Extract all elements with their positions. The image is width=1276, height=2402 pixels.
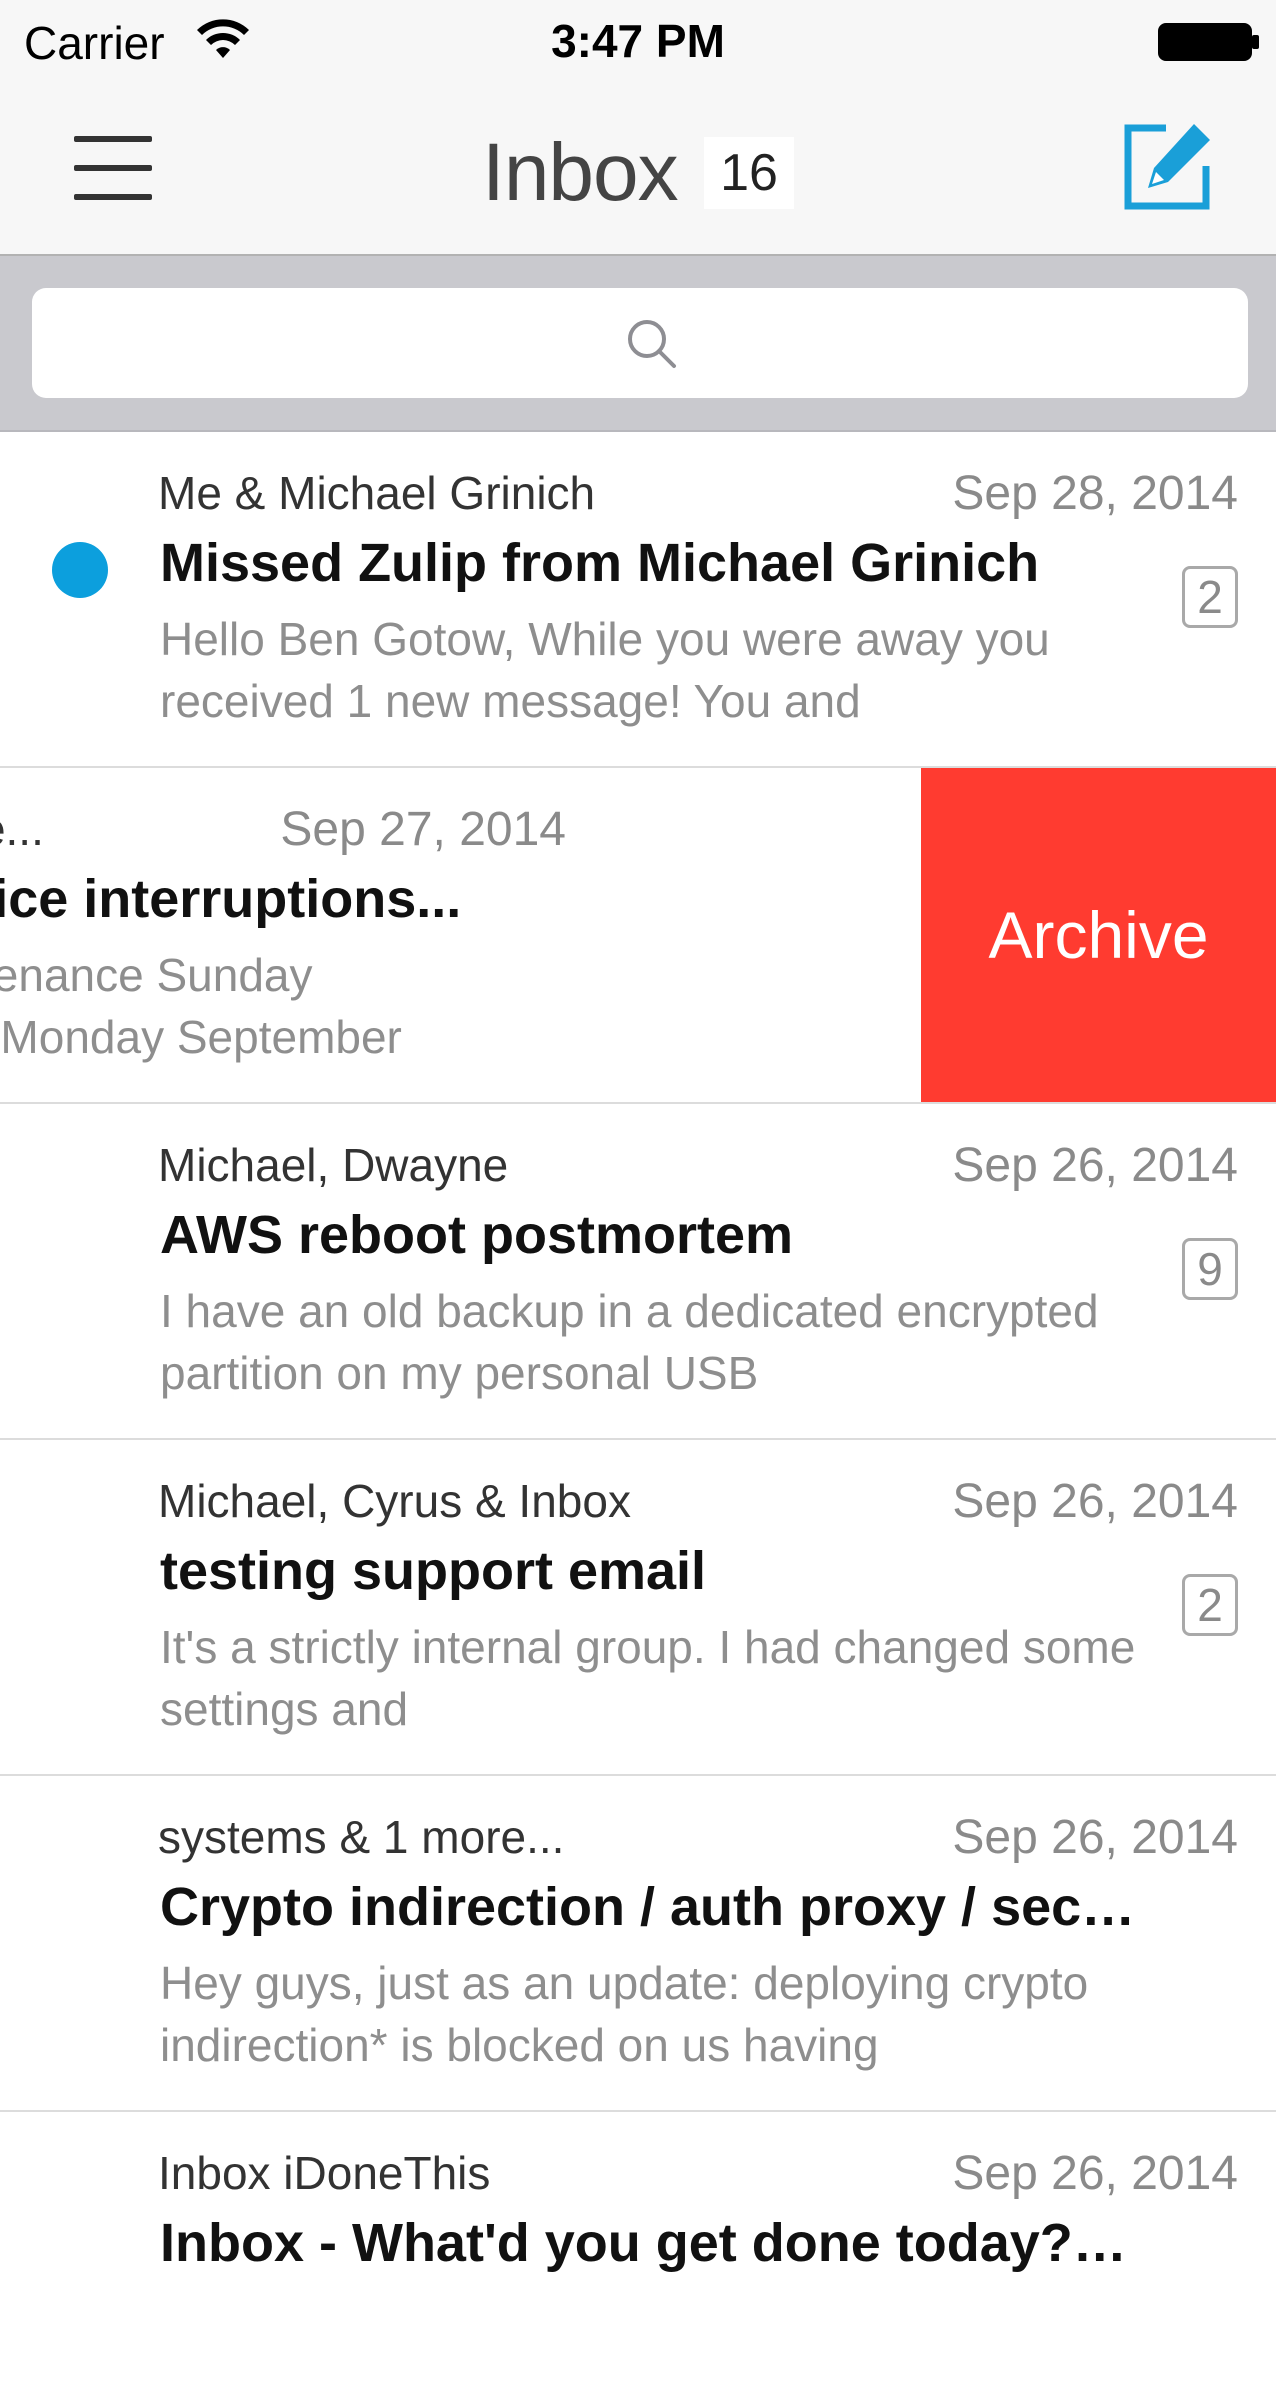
message-count-badge: 2: [1182, 1574, 1238, 1636]
thread-row-content: Michael, Cyrus & Inbox Sep 26, 2014 test…: [0, 1440, 1276, 1774]
search-icon: [628, 320, 676, 368]
thread-row[interactable]: Inbox iDoneThis Sep 26, 2014 Inbox - Wha…: [0, 2112, 1276, 2402]
thread-row[interactable]: Me & Michael Grinich Sep 28, 2014 Missed…: [0, 432, 1276, 768]
thread-participants: Inbox iDoneThis: [158, 2147, 491, 2199]
thread-date: Sep 28, 2014: [952, 467, 1238, 520]
thread-snippet: It's a strictly internal group. I had ch…: [160, 1621, 1136, 1735]
thread-row-content: Michael, Dwayne Sep 26, 2014 AWS reboot …: [0, 1104, 1276, 1438]
thread-snippet: I have an old backup in a dedicated encr…: [160, 1285, 1099, 1399]
thread-subject: Inbox - What'd you get done today?…: [160, 2213, 1127, 2273]
thread-snippet: Hello Ben Gotow, While you were away you…: [160, 613, 1050, 727]
thread-subject: Crypto indirection / auth proxy / sec…: [160, 1877, 1136, 1937]
compose-icon[interactable]: [1122, 120, 1214, 212]
status-time: 3:47 PM: [551, 15, 725, 67]
nav-bar: Inbox 16: [0, 84, 1276, 256]
thread-list: Me & Michael Grinich Sep 28, 2014 Missed…: [0, 432, 1276, 2402]
thread-date: Sep 26, 2014: [952, 2147, 1238, 2200]
message-count-badge: 2: [1182, 566, 1238, 628]
thread-participants: Michael, Dwayne: [158, 1139, 509, 1191]
thread-row[interactable]: Michael, Cyrus & Inbox Sep 26, 2014 test…: [0, 1440, 1276, 1776]
thread-date: Sep 26, 2014: [952, 1475, 1238, 1528]
nav-title-group: Inbox 16: [0, 126, 1276, 220]
thread-subject: AWS reboot postmortem: [160, 1205, 794, 1265]
archive-button[interactable]: Archive: [921, 768, 1276, 1102]
thread-row[interactable]: systems & 1 more... Sep 26, 2014 Crypto …: [0, 1776, 1276, 2112]
thread-participants: systems & 1 more...: [158, 1811, 565, 1863]
thread-date: Sep 27, 2014: [280, 803, 566, 856]
search-input[interactable]: [32, 288, 1248, 398]
thread-subject: testing support email: [160, 1541, 707, 1601]
thread-row[interactable]: Support & 1 more... Sep 27, 2014 Possibl…: [0, 768, 1276, 1104]
message-count-badge: 9: [1182, 1238, 1238, 1300]
battery-icon: [1158, 23, 1259, 61]
thread-subject: Possible service interruptions...: [0, 869, 462, 929]
thread-row[interactable]: Michael, Dwayne Sep 26, 2014 AWS reboot …: [0, 1104, 1276, 1440]
search-bar-container: [0, 256, 1276, 432]
thread-date: Sep 26, 2014: [952, 1139, 1238, 1192]
unread-count-badge: 16: [704, 137, 794, 209]
thread-subject: Missed Zulip from Michael Grinich: [160, 533, 1040, 593]
page-title: Inbox: [482, 127, 679, 218]
thread-snippet: Hey guys, just as an update: deploying c…: [160, 1957, 1089, 2071]
thread-date: Sep 26, 2014: [952, 1811, 1238, 1864]
thread-row-content: Me & Michael Grinich Sep 28, 2014 Missed…: [0, 432, 1276, 766]
unread-dot-icon: [52, 542, 108, 598]
thread-snippet: Unplanned maintenance Sunday September 2…: [0, 949, 402, 1063]
thread-row-content: Support & 1 more... Sep 27, 2014 Possibl…: [0, 768, 921, 1102]
status-bar: Carrier 3:47 PM: [0, 0, 1276, 84]
thread-participants: Me & Michael Grinich: [158, 467, 596, 519]
thread-participants: Michael, Cyrus & Inbox: [158, 1475, 631, 1527]
thread-participants: Support & 1 more...: [0, 803, 44, 855]
thread-row-content: Inbox iDoneThis Sep 26, 2014 Inbox - Wha…: [0, 2112, 1276, 2402]
thread-row-content: systems & 1 more... Sep 26, 2014 Crypto …: [0, 1776, 1276, 2110]
